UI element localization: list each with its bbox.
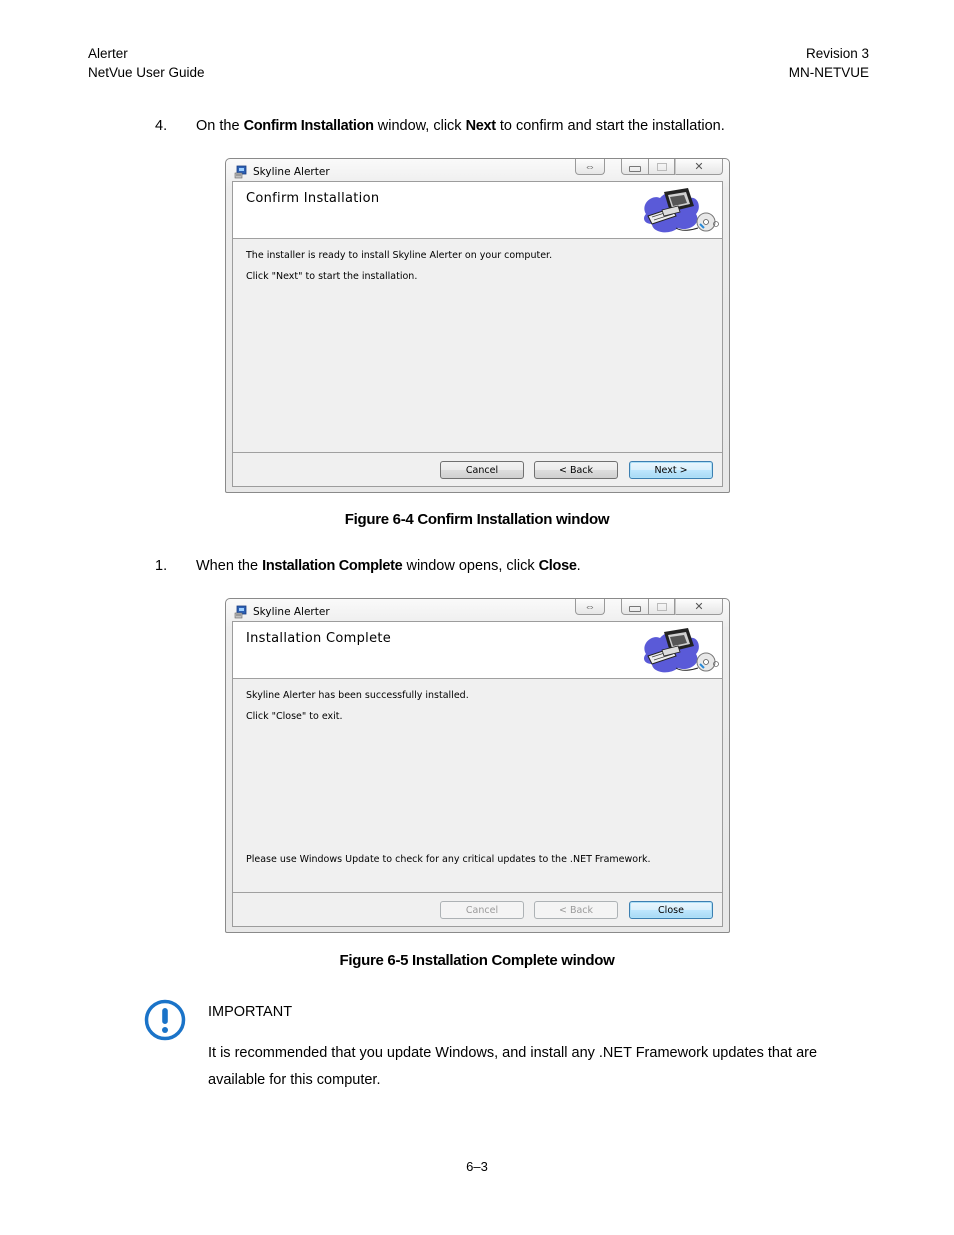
figure-caption-6-5: Figure 6-5 Installation Complete window — [339, 952, 615, 969]
maximize-button — [649, 159, 675, 175]
doc-revision: Revision 3 — [805, 46, 869, 61]
minimize-button[interactable] — [621, 159, 649, 175]
figure-caption-6-4: Figure 6-4 Confirm Installation window — [344, 511, 610, 528]
doc-product: Alerter — [88, 46, 128, 61]
maximize-icon — [656, 162, 667, 171]
window-titlebar: Skyline Alerter — [234, 163, 330, 181]
body-line-1: The installer is ready to install Skylin… — [246, 250, 553, 261]
maximize-button — [649, 599, 675, 615]
ui-ref-installation-complete: Installation Complete — [262, 558, 403, 574]
resize-arrows-icon: ⇔ — [584, 160, 596, 173]
close-icon: ✕ — [694, 601, 704, 613]
footer-divider — [233, 892, 722, 893]
footer-divider — [233, 452, 722, 453]
step-number: 1. — [155, 558, 168, 574]
close-window-button[interactable]: ✕ — [675, 599, 723, 615]
banner: Confirm Installation — [233, 182, 722, 239]
confirm-installation-window: Skyline Alerter ⇔ ✕ Confirm Installation — [225, 158, 730, 493]
back-button[interactable]: < Back — [534, 461, 618, 479]
doc-title: NetVue User Guide — [88, 65, 205, 80]
installer-app-icon — [234, 605, 248, 619]
close-button[interactable]: Close — [629, 901, 713, 919]
next-button[interactable]: Next > — [629, 461, 713, 479]
minimize-icon — [629, 165, 641, 172]
ui-ref-next: Next — [465, 118, 497, 134]
banner-title: Confirm Installation — [246, 191, 380, 206]
banner: Installation Complete — [233, 622, 722, 679]
window-titlebar: Skyline Alerter — [234, 603, 330, 621]
body-line-1: Skyline Alerter has been successfully in… — [246, 690, 469, 701]
step-number: 4. — [155, 118, 168, 134]
minimize-button[interactable] — [621, 599, 649, 615]
window-title: Skyline Alerter — [253, 166, 330, 178]
important-text: It is recommended that you update Window… — [208, 1045, 818, 1088]
window-controls: ⇔ ✕ — [575, 599, 723, 616]
installation-complete-window: Skyline Alerter ⇔ ✕ Installation Complet… — [225, 598, 730, 933]
computer-clipart-icon — [638, 184, 720, 236]
cancel-button[interactable]: Cancel — [440, 461, 524, 479]
window-controls: ⇔ ✕ — [575, 159, 723, 176]
page-header-left: Alerter NetVue User Guide — [88, 44, 205, 82]
resize-arrows-icon: ⇔ — [584, 600, 596, 613]
help-button[interactable]: ⇔ — [575, 159, 605, 175]
banner-title: Installation Complete — [246, 631, 392, 646]
window-client: Installation Complete Skyline Alerter ha… — [232, 621, 723, 927]
minimize-icon — [629, 605, 641, 612]
body-line-2: Click "Close" to exit. — [246, 711, 343, 722]
page-number: 6–3 — [466, 1159, 488, 1174]
step-text: When the Installation Complete window op… — [196, 558, 581, 574]
page-header-right: Revision 3 MN-NETVUE — [789, 44, 869, 82]
close-window-button[interactable]: ✕ — [675, 159, 723, 175]
installer-app-icon — [234, 165, 248, 179]
computer-clipart-icon — [638, 624, 720, 676]
window-client: Confirm Installation The installer is re… — [232, 181, 723, 487]
help-button[interactable]: ⇔ — [575, 599, 605, 615]
back-button: < Back — [534, 901, 618, 919]
step-text: On the Confirm Installation window, clic… — [196, 118, 725, 134]
doc-number: MN-NETVUE — [788, 65, 869, 80]
important-title: IMPORTANT — [208, 1004, 293, 1020]
window-title: Skyline Alerter — [253, 606, 330, 618]
close-icon: ✕ — [694, 161, 704, 173]
ui-ref-confirm-installation: Confirm Installation — [243, 118, 374, 134]
maximize-icon — [656, 602, 667, 611]
body-line-2: Click "Next" to start the installation. — [246, 271, 418, 282]
dotnet-update-note: Please use Windows Update to check for a… — [246, 854, 651, 865]
cancel-button: Cancel — [440, 901, 524, 919]
ui-ref-close: Close — [538, 558, 577, 574]
exclamation-circle-icon — [144, 999, 186, 1041]
